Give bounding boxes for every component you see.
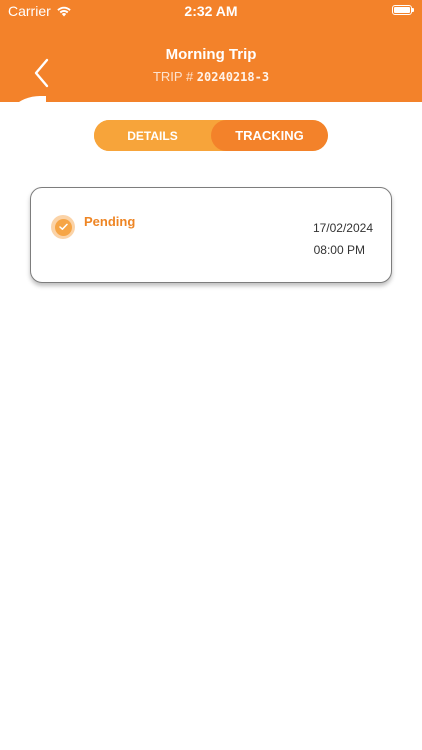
tab-details[interactable]: DETAILS	[94, 120, 211, 151]
trip-prefix: TRIP #	[152, 69, 194, 84]
trip-number: 20240218-3	[196, 70, 270, 84]
app-header: Carrier 2:32 AM Morning Trip TRIP # 2024…	[0, 0, 422, 102]
tab-tracking[interactable]: TRACKING	[211, 120, 328, 151]
trip-subtitle: TRIP # 20240218-3	[0, 69, 422, 84]
tracking-time: 08:00 PM	[313, 243, 365, 257]
status-bar: Carrier 2:32 AM	[0, 0, 422, 22]
status-time: 2:32 AM	[184, 3, 238, 19]
page-title: Morning Trip	[165, 46, 257, 63]
segmented-tabs: DETAILS TRACKING	[94, 120, 328, 151]
content-curve	[0, 96, 46, 136]
check-circle-icon	[51, 215, 75, 239]
tracking-date: 17/02/2024	[312, 221, 373, 235]
battery-icon	[392, 5, 414, 15]
tracking-card[interactable]: Pending 17/02/2024 08:00 PM	[30, 187, 392, 283]
status-label: Pending	[84, 214, 136, 229]
